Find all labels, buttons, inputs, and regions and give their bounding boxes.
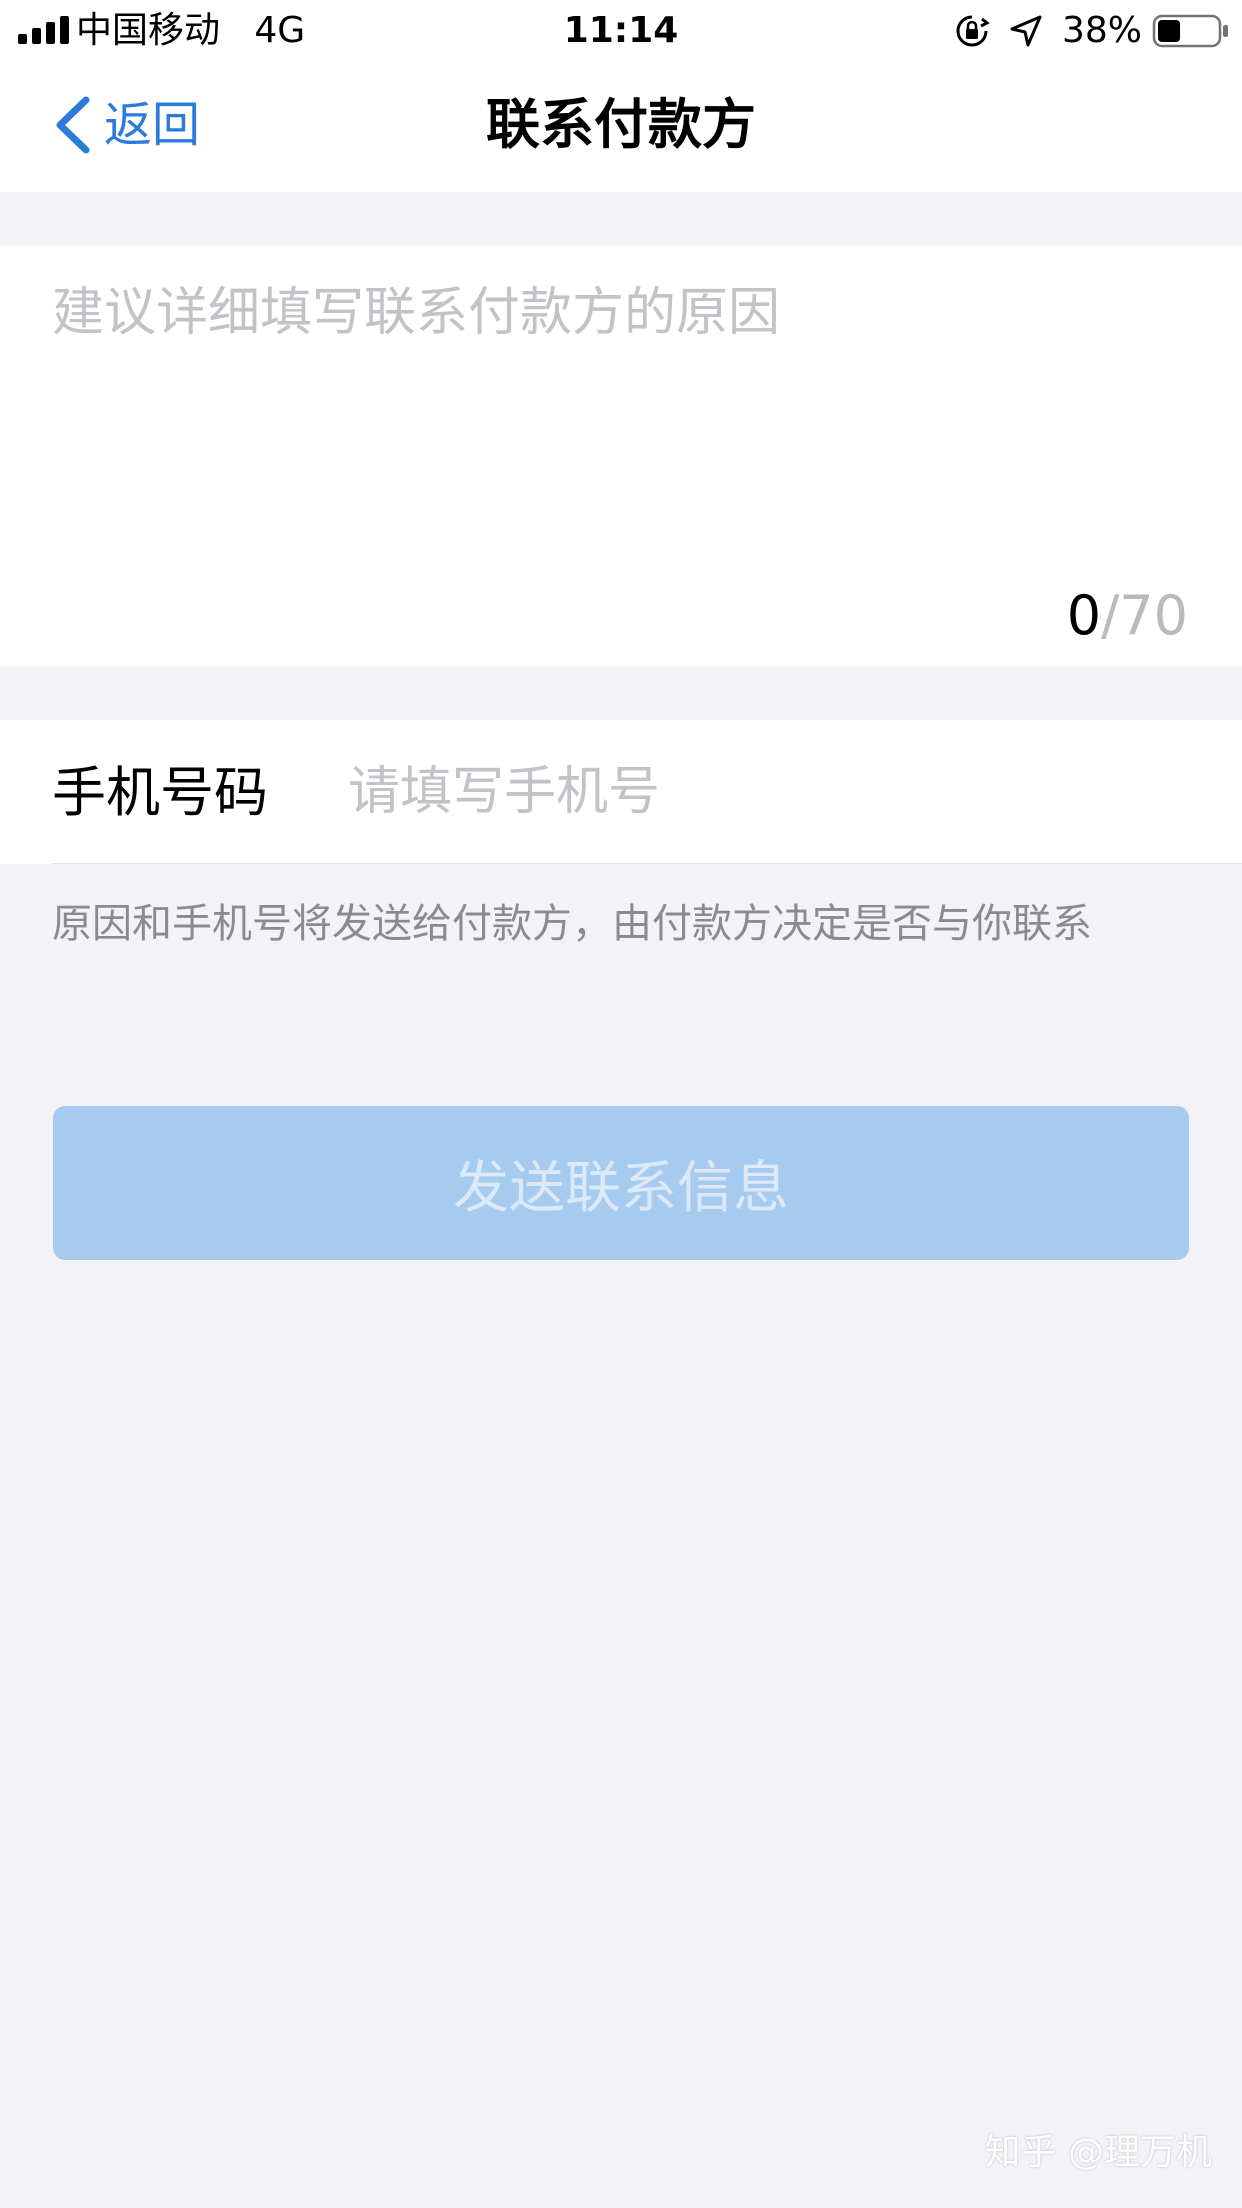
page-title: 联系付款方 (486, 93, 756, 156)
send-contact-info-button[interactable]: 发送联系信息 (53, 1106, 1189, 1260)
navigation-bar: 返回 联系付款方 (0, 62, 1242, 192)
character-count-current: 0 (1066, 584, 1102, 647)
reason-textarea[interactable] (52, 278, 1190, 578)
status-bar: 中国移动 4G 11:14 38% (0, 0, 1242, 62)
character-counter: 0/70 (1067, 586, 1188, 646)
battery-icon (1152, 14, 1228, 48)
status-right-group: 38% (954, 8, 1230, 54)
character-count-max: /70 (1101, 584, 1188, 647)
reason-section: 0/70 (0, 246, 1242, 666)
rotation-lock-icon (956, 15, 990, 47)
phone-row: 手机号码 (0, 720, 1242, 864)
location-arrow-icon (1010, 15, 1042, 47)
hint-text: 原因和手机号将发送给付款方，由付款方决定是否与你联系 (52, 901, 1092, 947)
watermark: 知乎 @理万机 (984, 2132, 1212, 2173)
phone-input[interactable] (348, 756, 1188, 828)
row-divider (52, 863, 1242, 864)
battery-percent: 38% (1061, 10, 1142, 51)
phone-label: 手机号码 (52, 761, 268, 824)
